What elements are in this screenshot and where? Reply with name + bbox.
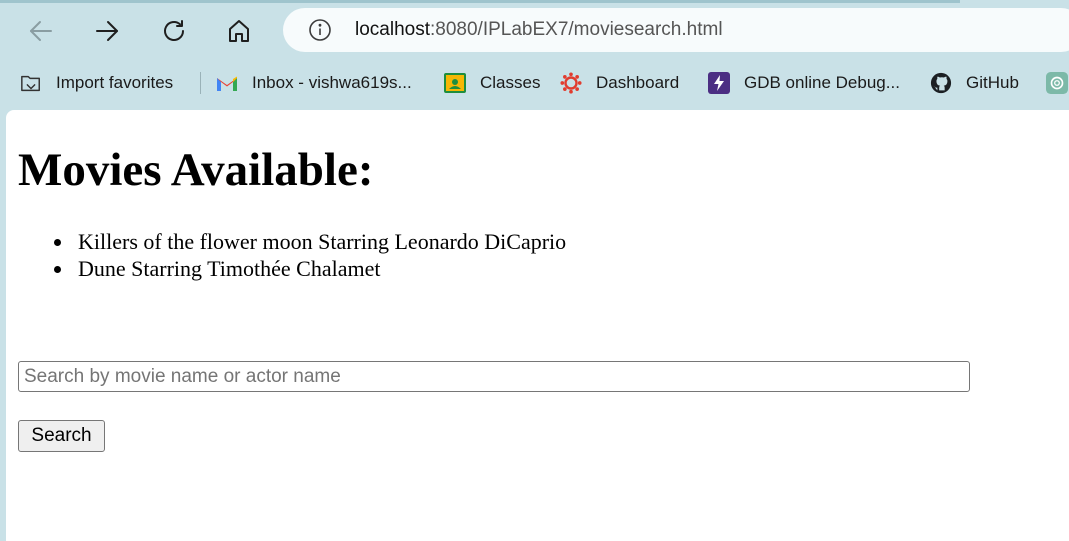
import-favorites-icon <box>20 72 42 94</box>
url-path: :8080/IPLabEX7/moviesearch.html <box>430 19 723 40</box>
bookmark-label: Import favorites <box>56 73 174 92</box>
tab-strip-edge <box>0 0 960 3</box>
bookmark-dashboard[interactable]: Dashboard <box>560 69 679 97</box>
bookmark-label: Inbox - vishwa619s... <box>252 73 412 92</box>
home-button[interactable] <box>220 12 258 50</box>
back-button[interactable] <box>22 12 60 50</box>
bookmark-inbox[interactable]: Inbox - vishwa619s... <box>216 69 412 97</box>
gdb-lightning-icon <box>708 72 730 94</box>
bookmarks-bar: Import favorites Inbox - vishwa619s... C… <box>0 63 1069 103</box>
bookmark-label: Dashboard <box>596 73 680 92</box>
bookmarks-divider <box>200 72 201 94</box>
page-content: Movies Available: Killers of the flower … <box>6 110 1069 541</box>
canvas-dashboard-icon <box>560 72 582 94</box>
bookmark-label: GitHub <box>966 73 1019 92</box>
bookmark-github[interactable]: GitHub <box>930 69 1019 97</box>
bookmark-label: Classes <box>480 73 541 92</box>
forward-arrow-icon <box>96 21 118 41</box>
search-input[interactable] <box>18 361 970 392</box>
search-button[interactable]: Search <box>18 420 105 452</box>
home-icon <box>229 20 249 42</box>
bookmark-label: GDB online Debug... <box>744 73 900 92</box>
browser-window: localhost:8080/IPLabEX7/moviesearch.html… <box>0 0 1069 541</box>
movie-list: Killers of the flower moon Starring Leon… <box>18 228 566 282</box>
back-arrow-icon <box>30 21 52 41</box>
bookmark-classes[interactable]: Classes <box>444 69 540 97</box>
refresh-button[interactable] <box>155 12 193 50</box>
browser-toolbar: localhost:8080/IPLabEX7/moviesearch.html <box>0 0 1069 62</box>
list-item: Killers of the flower moon Starring Leon… <box>53 229 567 254</box>
chatgpt-icon <box>1046 72 1068 94</box>
bookmark-import-favorites[interactable]: Import favorites <box>20 69 173 97</box>
github-icon <box>930 72 952 94</box>
google-classroom-icon <box>444 72 466 94</box>
url-host: localhost <box>355 19 430 40</box>
bookmark-gdb-online[interactable]: GDB online Debug... <box>708 69 900 97</box>
refresh-icon <box>164 20 184 41</box>
list-item: Dune Starring Timothée Chalamet <box>53 255 566 282</box>
address-bar[interactable]: localhost:8080/IPLabEX7/moviesearch.html <box>283 8 1069 52</box>
forward-button[interactable] <box>88 12 126 50</box>
gmail-icon <box>216 72 238 94</box>
bookmark-chatgpt[interactable] <box>1046 69 1069 97</box>
site-info-icon[interactable] <box>308 18 332 42</box>
page-title: Movies Available: <box>18 144 374 196</box>
url-text[interactable]: localhost:8080/IPLabEX7/moviesearch.html <box>355 19 723 41</box>
